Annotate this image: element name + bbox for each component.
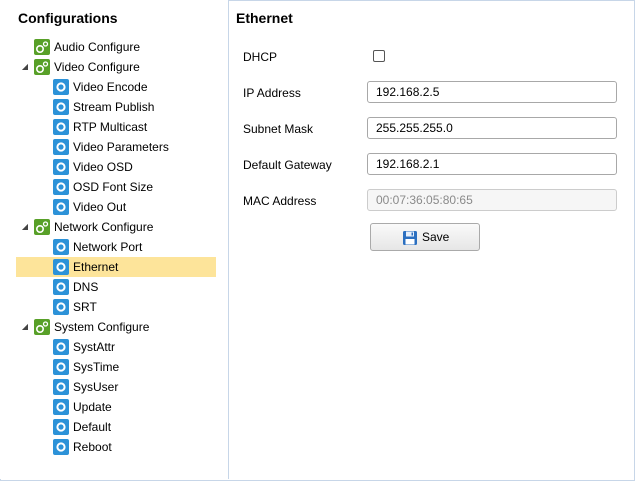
subnet-mask-row: Subnet Mask 255.255.255.0 <box>243 117 623 141</box>
tree-item-label: SysTime <box>73 360 120 374</box>
floppy-disk-icon <box>402 230 418 246</box>
sidebar: Configurations Audio Configure ◢ Video C… <box>0 0 229 479</box>
tree-item-label: RTP Multicast <box>73 120 148 134</box>
tree-item-label: Video Encode <box>73 80 148 94</box>
gear-icon <box>53 99 69 115</box>
tree-item-video-encode[interactable]: Video Encode <box>0 77 228 97</box>
tree-item-rtp-multicast[interactable]: RTP Multicast <box>0 117 228 137</box>
tree-item-ethernet[interactable]: Ethernet <box>16 257 216 277</box>
config-tree: Audio Configure ◢ Video Configure Video … <box>0 37 228 457</box>
gear-icon <box>53 299 69 315</box>
page-title: Ethernet <box>236 10 293 26</box>
tree-item-systattr[interactable]: SystAttr <box>0 337 228 357</box>
gear-icon <box>53 279 69 295</box>
collapse-triangle-icon[interactable]: ◢ <box>20 317 30 337</box>
gear-icon <box>53 119 69 135</box>
mac-address-label: MAC Address <box>243 194 317 208</box>
tree-item-label: SystAttr <box>73 340 116 354</box>
ip-address-row: IP Address 192.168.2.5 <box>243 81 623 105</box>
tree-item-video-out[interactable]: Video Out <box>0 197 228 217</box>
tree-item-reboot[interactable]: Reboot <box>0 437 228 457</box>
mac-address-input: 00:07:36:05:80:65 <box>367 189 617 211</box>
gear-icon <box>53 139 69 155</box>
gear-icon <box>53 179 69 195</box>
tree-item-sysuser[interactable]: SysUser <box>0 377 228 397</box>
gear-group-icon <box>34 59 50 75</box>
default-gateway-input[interactable]: 192.168.2.1 <box>367 153 617 175</box>
dhcp-label: DHCP <box>243 50 278 64</box>
tree-item-video-osd[interactable]: Video OSD <box>0 157 228 177</box>
collapse-triangle-icon[interactable]: ◢ <box>20 57 30 77</box>
gear-group-icon <box>34 319 50 335</box>
tree-item-label: SysUser <box>73 380 119 394</box>
default-gateway-row: Default Gateway 192.168.2.1 <box>243 153 623 177</box>
tree-item-systime[interactable]: SysTime <box>0 357 228 377</box>
tree-item-label: Reboot <box>73 440 112 454</box>
tree-group-label: Audio Configure <box>54 40 141 54</box>
save-button-label: Save <box>422 230 450 244</box>
gear-group-icon <box>34 39 50 55</box>
gear-icon <box>53 339 69 355</box>
tree-item-srt[interactable]: SRT <box>0 297 228 317</box>
tree-item-osd-font-size[interactable]: OSD Font Size <box>0 177 228 197</box>
tree-item-label: Ethernet <box>73 260 119 274</box>
tree-item-video-parameters[interactable]: Video Parameters <box>0 137 228 157</box>
tree-group-system-configure[interactable]: ◢ System Configure <box>0 317 228 337</box>
collapse-triangle-icon[interactable]: ◢ <box>20 217 30 237</box>
gear-icon <box>53 439 69 455</box>
tree-group-label: Network Configure <box>54 220 154 234</box>
tree-item-label: Video Out <box>73 200 127 214</box>
tree-item-label: SRT <box>73 300 97 314</box>
tree-item-default[interactable]: Default <box>0 417 228 437</box>
tree-item-label: Network Port <box>73 240 143 254</box>
tree-item-label: Stream Publish <box>73 100 155 114</box>
tree-group-audio-configure[interactable]: Audio Configure <box>0 37 228 57</box>
gear-icon <box>53 259 69 275</box>
tree-item-label: Update <box>73 400 112 414</box>
mac-address-row: MAC Address 00:07:36:05:80:65 <box>243 189 623 213</box>
dhcp-checkbox[interactable] <box>373 50 385 62</box>
sidebar-title: Configurations <box>18 10 118 26</box>
subnet-mask-label: Subnet Mask <box>243 122 314 136</box>
main-panel: Ethernet DHCP IP Address 192.168.2.5 Sub… <box>229 0 634 479</box>
tree-item-dns[interactable]: DNS <box>0 277 228 297</box>
tree-item-stream-publish[interactable]: Stream Publish <box>0 97 228 117</box>
tree-item-update[interactable]: Update <box>0 397 228 417</box>
gear-icon <box>53 419 69 435</box>
tree-item-label: DNS <box>73 280 99 294</box>
ip-address-input[interactable]: 192.168.2.5 <box>367 81 617 103</box>
tree-item-network-port[interactable]: Network Port <box>0 237 228 257</box>
gear-icon <box>53 199 69 215</box>
gear-icon <box>53 399 69 415</box>
tree-group-label: Video Configure <box>54 60 140 74</box>
gear-group-icon <box>34 219 50 235</box>
tree-group-video-configure[interactable]: ◢ Video Configure <box>0 57 228 77</box>
tree-item-label: Video Parameters <box>73 140 169 154</box>
ip-address-label: IP Address <box>243 86 301 100</box>
tree-group-label: System Configure <box>54 320 150 334</box>
gear-icon <box>53 239 69 255</box>
tree-item-label: Default <box>73 420 112 434</box>
gear-icon <box>53 379 69 395</box>
tree-item-label: OSD Font Size <box>73 180 154 194</box>
subnet-mask-input[interactable]: 255.255.255.0 <box>367 117 617 139</box>
default-gateway-label: Default Gateway <box>243 158 332 172</box>
gear-icon <box>53 359 69 375</box>
dhcp-row: DHCP <box>243 45 623 69</box>
tree-group-network-configure[interactable]: ◢ Network Configure <box>0 217 228 237</box>
gear-icon <box>53 159 69 175</box>
gear-icon <box>53 79 69 95</box>
save-button[interactable]: Save <box>370 223 480 251</box>
tree-item-label: Video OSD <box>73 160 133 174</box>
